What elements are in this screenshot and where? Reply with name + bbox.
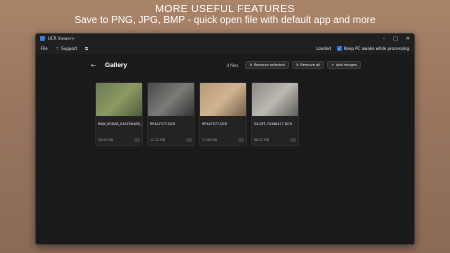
- promo-headline: MORE USEFUL FEATURES: [155, 3, 295, 15]
- image-card[interactable]: RAW_KODAK_EASYSHARE_Z1015_IS.DCR 18.95 M…: [95, 82, 143, 146]
- window-controls: – □ ✕: [383, 36, 410, 42]
- file-size: 18.95 MB: [98, 138, 114, 142]
- gallery-panel: ← Gallery 4 files ✕ Remove selected ✕ Re…: [36, 54, 414, 244]
- app-window: UCR Viewer+ – □ ✕ File ♡ Support ⧉ Loade…: [35, 33, 415, 245]
- close-icon: ✕: [295, 63, 299, 67]
- more-options-icon[interactable]: ···: [290, 138, 296, 142]
- minimize-button[interactable]: –: [383, 36, 386, 42]
- image-card[interactable]: RP4A7577.DCR 11.12 MB ···: [147, 82, 195, 146]
- file-name: SX-DFF-70566477.DCR: [254, 122, 292, 126]
- back-arrow-icon[interactable]: ←: [91, 62, 96, 69]
- remove-selected-label: Remove selected: [253, 63, 285, 67]
- promo-subline: Save to PNG, JPG, BMP - quick open file …: [74, 15, 376, 26]
- more-options-icon[interactable]: ···: [134, 138, 140, 142]
- add-images-label: Add images: [335, 63, 357, 67]
- file-size: 11.12 MB: [150, 138, 166, 142]
- menu-bar: File ♡ Support ⧉ Loaded ✓ Keep PC awake …: [36, 43, 414, 54]
- menu-support[interactable]: ♡ Support: [56, 46, 77, 51]
- gallery-header: ← Gallery 4 files ✕ Remove selected ✕ Re…: [91, 60, 361, 70]
- keep-awake-checkbox[interactable]: ✓: [336, 46, 342, 51]
- image-thumbnail[interactable]: [96, 83, 142, 116]
- menu-support-label: Support: [61, 46, 78, 51]
- more-options-icon[interactable]: ···: [186, 138, 192, 142]
- image-card[interactable]: SX-DFF-70566477.DCR 88.22 MB ···: [251, 82, 299, 146]
- plus-icon: +: [331, 63, 335, 67]
- file-name: RP4A7577.DCR: [202, 122, 228, 126]
- camera-icon[interactable]: ⧉: [85, 46, 88, 51]
- image-grid: RAW_KODAK_EASYSHARE_Z1015_IS.DCR 18.95 M…: [95, 82, 299, 146]
- file-size: 27.86 MB: [202, 138, 218, 142]
- app-icon: [40, 36, 45, 41]
- close-icon: ✕: [249, 63, 253, 67]
- window-title: UCR Viewer+: [48, 36, 75, 41]
- remove-selected-button[interactable]: ✕ Remove selected: [245, 61, 289, 69]
- file-size: 88.22 MB: [254, 138, 270, 142]
- file-name: RP4A7577.DCR: [150, 122, 176, 126]
- status-loaded: Loaded: [316, 46, 331, 51]
- image-thumbnail[interactable]: [148, 83, 194, 116]
- more-options-icon[interactable]: ···: [238, 138, 244, 142]
- image-thumbnail[interactable]: [252, 83, 298, 116]
- heart-icon: ♡: [55, 46, 60, 51]
- file-name: RAW_KODAK_EASYSHARE_Z1015_IS.DCR: [98, 122, 142, 126]
- add-images-button[interactable]: + Add images: [327, 61, 361, 69]
- menu-file[interactable]: File: [41, 46, 48, 51]
- image-card[interactable]: RP4A7577.DCR 27.86 MB ···: [199, 82, 247, 146]
- maximize-button[interactable]: □: [393, 36, 398, 42]
- page-title: Gallery: [105, 61, 128, 69]
- image-thumbnail[interactable]: [200, 83, 246, 116]
- remove-all-label: Remove all: [300, 63, 321, 67]
- remove-all-button[interactable]: ✕ Remove all: [291, 61, 325, 69]
- promo-banner: MORE USEFUL FEATURES Save to PNG, JPG, B…: [0, 3, 450, 27]
- title-bar[interactable]: UCR Viewer+ – □ ✕: [36, 34, 414, 43]
- file-count: 4 files: [226, 62, 239, 68]
- close-button[interactable]: ✕: [406, 36, 410, 42]
- keep-awake-label: Keep PC awake while processing: [343, 46, 409, 51]
